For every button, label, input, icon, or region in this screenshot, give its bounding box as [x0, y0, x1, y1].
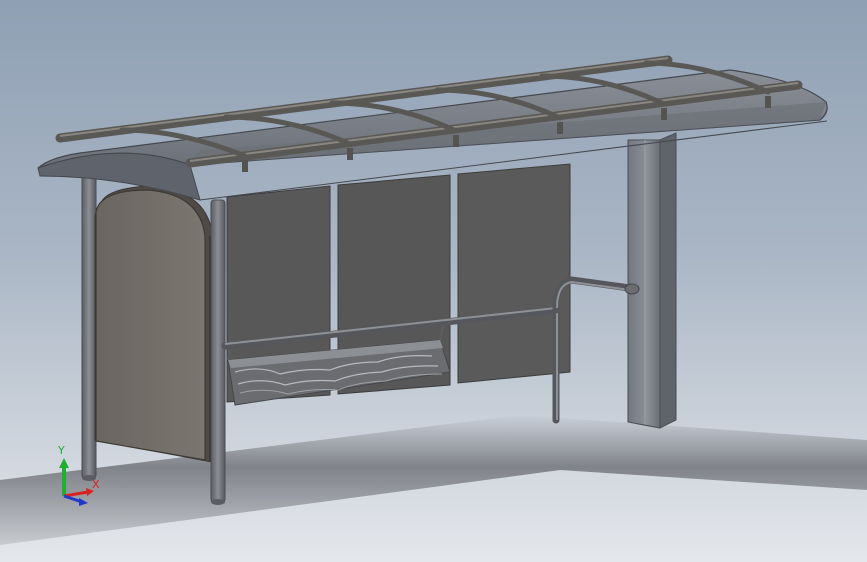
front-post	[210, 199, 226, 505]
x-axis-label: X	[92, 478, 100, 491]
left-post	[81, 159, 97, 481]
axis-triad: Y X	[57, 444, 100, 506]
z-axis-arrowhead	[79, 498, 88, 506]
y-axis-label: Y	[57, 444, 65, 457]
bus-shelter-model[interactable]	[0, 0, 867, 562]
advert-side-panel	[94, 185, 213, 463]
right-pillar	[627, 132, 677, 429]
y-axis-arrowhead	[59, 458, 69, 468]
x-axis-arrow	[63, 490, 89, 498]
cad-viewport[interactable]: Y X	[0, 0, 867, 562]
